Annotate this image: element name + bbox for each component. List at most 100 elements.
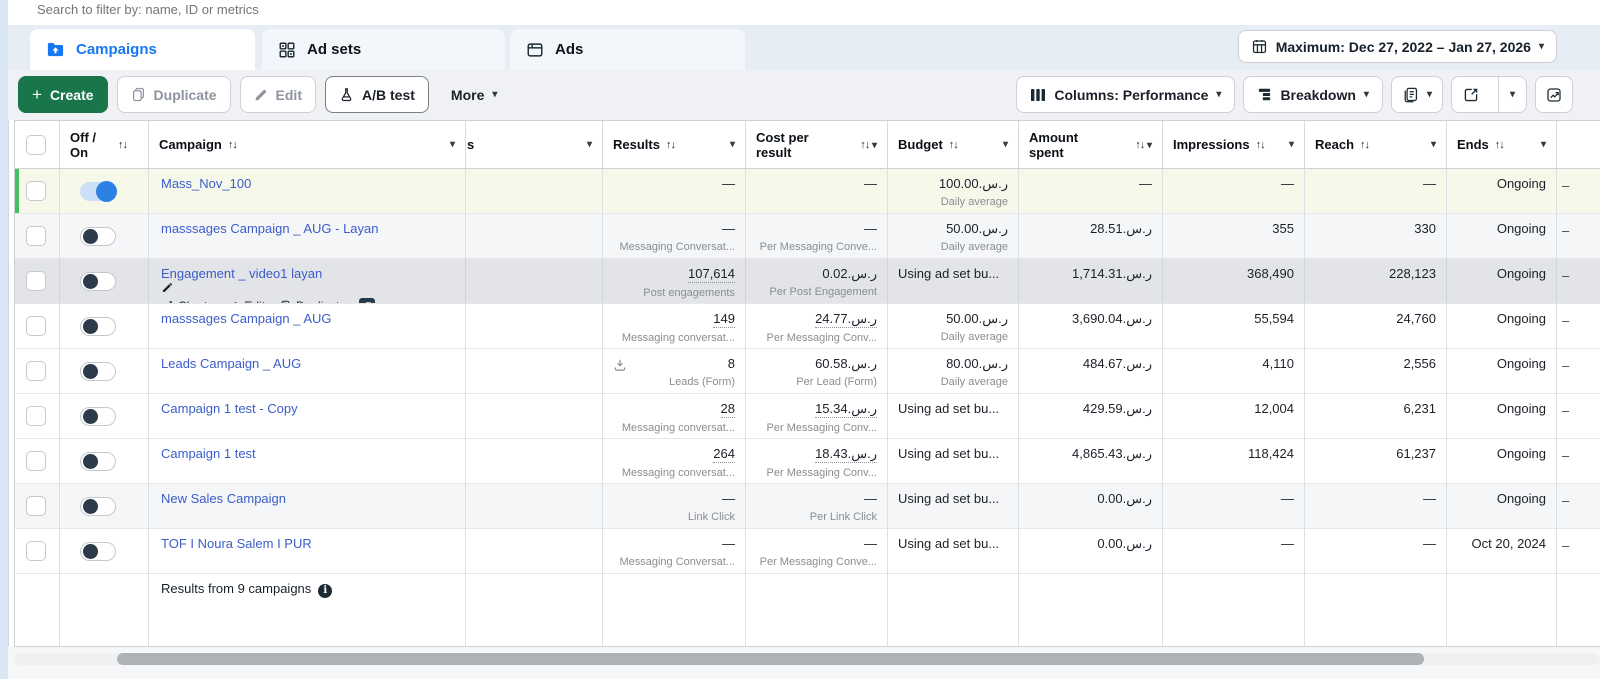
- tab-campaigns[interactable]: Campaigns: [30, 29, 255, 70]
- row-checkbox[interactable]: [26, 496, 46, 516]
- filter-caret-icon[interactable]: ▾: [1541, 139, 1556, 150]
- amount-spent-value: —: [1029, 176, 1152, 192]
- table-row: New Sales Campaign—Link Click—Per Link C…: [15, 484, 1600, 529]
- amount-spent-value: 3,690.04.ر.س: [1029, 311, 1152, 327]
- filter-caret-icon[interactable]: ▾: [730, 139, 745, 150]
- results-value[interactable]: 107,614: [688, 266, 735, 283]
- horizontal-scrollbar-track[interactable]: [14, 653, 1600, 665]
- edit-name-pencil-icon[interactable]: [161, 281, 455, 294]
- cost-per-result-value[interactable]: 15.34.ر.س: [815, 401, 877, 418]
- search-input[interactable]: [35, 1, 639, 18]
- header-reach[interactable]: Reach ↑↓ ▾: [1305, 121, 1447, 169]
- header-campaign[interactable]: Campaign ↑↓ ▾: [149, 121, 466, 169]
- campaign-toggle[interactable]: [80, 452, 116, 471]
- campaign-name-link[interactable]: Leads Campaign _ AUG: [161, 356, 301, 371]
- ab-test-button[interactable]: A/B test: [325, 76, 429, 113]
- reach-value: —: [1315, 176, 1436, 192]
- campaign-name-link[interactable]: masssages Campaign _ AUG: [161, 311, 332, 326]
- info-icon[interactable]: i: [318, 584, 332, 598]
- columns-button[interactable]: Columns: Performance ▾: [1016, 76, 1235, 113]
- edit-button[interactable]: Edit: [240, 76, 316, 113]
- cost-type-label: Per Post Engagement: [756, 286, 877, 299]
- row-checkbox[interactable]: [26, 451, 46, 471]
- row-checkbox[interactable]: [26, 361, 46, 381]
- row-checkbox[interactable]: [26, 271, 46, 291]
- results-value[interactable]: 149: [713, 311, 735, 328]
- header-ends[interactable]: Ends ↑↓ ▾: [1447, 121, 1557, 169]
- budget-value: Using ad set bu...: [898, 446, 1008, 462]
- view-charts-button[interactable]: [1535, 76, 1573, 113]
- campaign-toggle[interactable]: [80, 227, 116, 246]
- select-all-checkbox[interactable]: [26, 135, 46, 155]
- breakdown-button[interactable]: Breakdown ▾: [1243, 76, 1383, 113]
- cost-type-label: Per Messaging Conve...: [756, 556, 877, 569]
- campaign-toggle[interactable]: [80, 407, 116, 426]
- budget-value: Using ad set bu...: [898, 401, 1008, 417]
- campaign-name-link[interactable]: Campaign 1 test: [161, 446, 256, 461]
- row-checkbox[interactable]: [26, 406, 46, 426]
- filter-caret-icon[interactable]: ▾: [1431, 139, 1446, 150]
- header-impressions[interactable]: Impressions ↑↓ ▾: [1163, 121, 1305, 169]
- row-checkbox[interactable]: [26, 226, 46, 246]
- campaign-name-link[interactable]: Mass_Nov_100: [161, 176, 251, 191]
- results-type-label: Messaging Conversat...: [613, 556, 735, 569]
- reach-value: 228,123: [1315, 266, 1436, 282]
- campaign-toggle[interactable]: [80, 542, 116, 561]
- row-checkbox[interactable]: [26, 541, 46, 561]
- row-checkbox[interactable]: [26, 316, 46, 336]
- cost-per-result-value[interactable]: 24.77.ر.س: [815, 311, 877, 328]
- header-cost-per-result[interactable]: Cost per result ↑↓ ▾: [746, 121, 888, 169]
- ad-sets-grid-icon: [278, 41, 296, 59]
- header-off-on[interactable]: Off / On ↑↓: [60, 121, 149, 169]
- date-range-label: Maximum: Dec 27, 2022 – Jan 27, 2026: [1276, 39, 1531, 55]
- campaign-toggle[interactable]: [80, 362, 116, 381]
- ends-value: Ongoing: [1457, 311, 1546, 327]
- campaign-name-link[interactable]: New Sales Campaign: [161, 491, 286, 506]
- clipped-next-column-fragment: –: [1562, 538, 1569, 553]
- results-value[interactable]: 28: [721, 401, 735, 418]
- cost-per-result-value: —: [864, 536, 877, 551]
- more-button[interactable]: More ▾: [438, 76, 510, 113]
- campaign-name-link[interactable]: Campaign 1 test - Copy: [161, 401, 298, 416]
- calendar-icon: [1251, 38, 1268, 55]
- clipped-next-column-fragment: –: [1562, 358, 1569, 373]
- header-amount-spent[interactable]: Amount spent ↑↓ ▾: [1019, 121, 1163, 169]
- results-type-label: Messaging conversat...: [613, 422, 735, 435]
- results-value[interactable]: 264: [713, 446, 735, 463]
- tab-ads[interactable]: Ads: [510, 29, 745, 70]
- cost-per-result-value[interactable]: 18.43.ر.س: [815, 446, 877, 463]
- reports-button[interactable]: ▾: [1391, 76, 1443, 113]
- sort-and-caret[interactable]: ↑↓ ▾: [854, 139, 887, 151]
- campaign-toggle[interactable]: [80, 182, 116, 201]
- date-range-picker[interactable]: Maximum: Dec 27, 2022 – Jan 27, 2026 ▾: [1238, 30, 1557, 63]
- download-icon: [613, 358, 627, 372]
- results-value: —: [722, 491, 735, 506]
- horizontal-scrollbar-thumb[interactable]: [117, 653, 1424, 665]
- sort-arrows-icon: ↑↓: [1256, 139, 1265, 151]
- filter-caret-icon[interactable]: ▾: [450, 139, 465, 150]
- row-checkbox[interactable]: [26, 181, 46, 201]
- sort-and-caret[interactable]: ↑↓ ▾: [1129, 139, 1162, 151]
- filter-caret-icon[interactable]: ▾: [587, 139, 602, 150]
- tab-label: Ads: [555, 41, 583, 58]
- campaign-toggle[interactable]: [80, 317, 116, 336]
- campaign-toggle[interactable]: [80, 272, 116, 291]
- header-results[interactable]: Results ↑↓ ▾: [603, 121, 746, 169]
- header-select-cell: [15, 121, 60, 169]
- filter-caret-icon[interactable]: ▾: [1289, 139, 1304, 150]
- create-button[interactable]: + Create: [18, 76, 108, 113]
- header-budget[interactable]: Budget ↑↓ ▾: [888, 121, 1019, 169]
- budget-type-label: Daily average: [898, 331, 1008, 344]
- header-clipped-column[interactable]: s ▾: [466, 121, 603, 169]
- impressions-value: —: [1173, 176, 1294, 192]
- campaign-toggle[interactable]: [80, 497, 116, 516]
- campaign-name-link[interactable]: TOF I Noura Salem I PUR: [161, 536, 312, 551]
- tab-ad-sets[interactable]: Ad sets: [262, 29, 505, 70]
- export-button[interactable]: [1452, 77, 1490, 112]
- duplicate-button[interactable]: Duplicate: [117, 76, 231, 113]
- campaign-name-link[interactable]: masssages Campaign _ AUG - Layan: [161, 221, 379, 236]
- filter-caret-icon[interactable]: ▾: [1003, 139, 1018, 150]
- export-options-button[interactable]: ▾: [1498, 77, 1526, 112]
- impressions-value: 12,004: [1173, 401, 1294, 417]
- campaign-name-link[interactable]: Engagement _ video1 layan: [161, 266, 322, 281]
